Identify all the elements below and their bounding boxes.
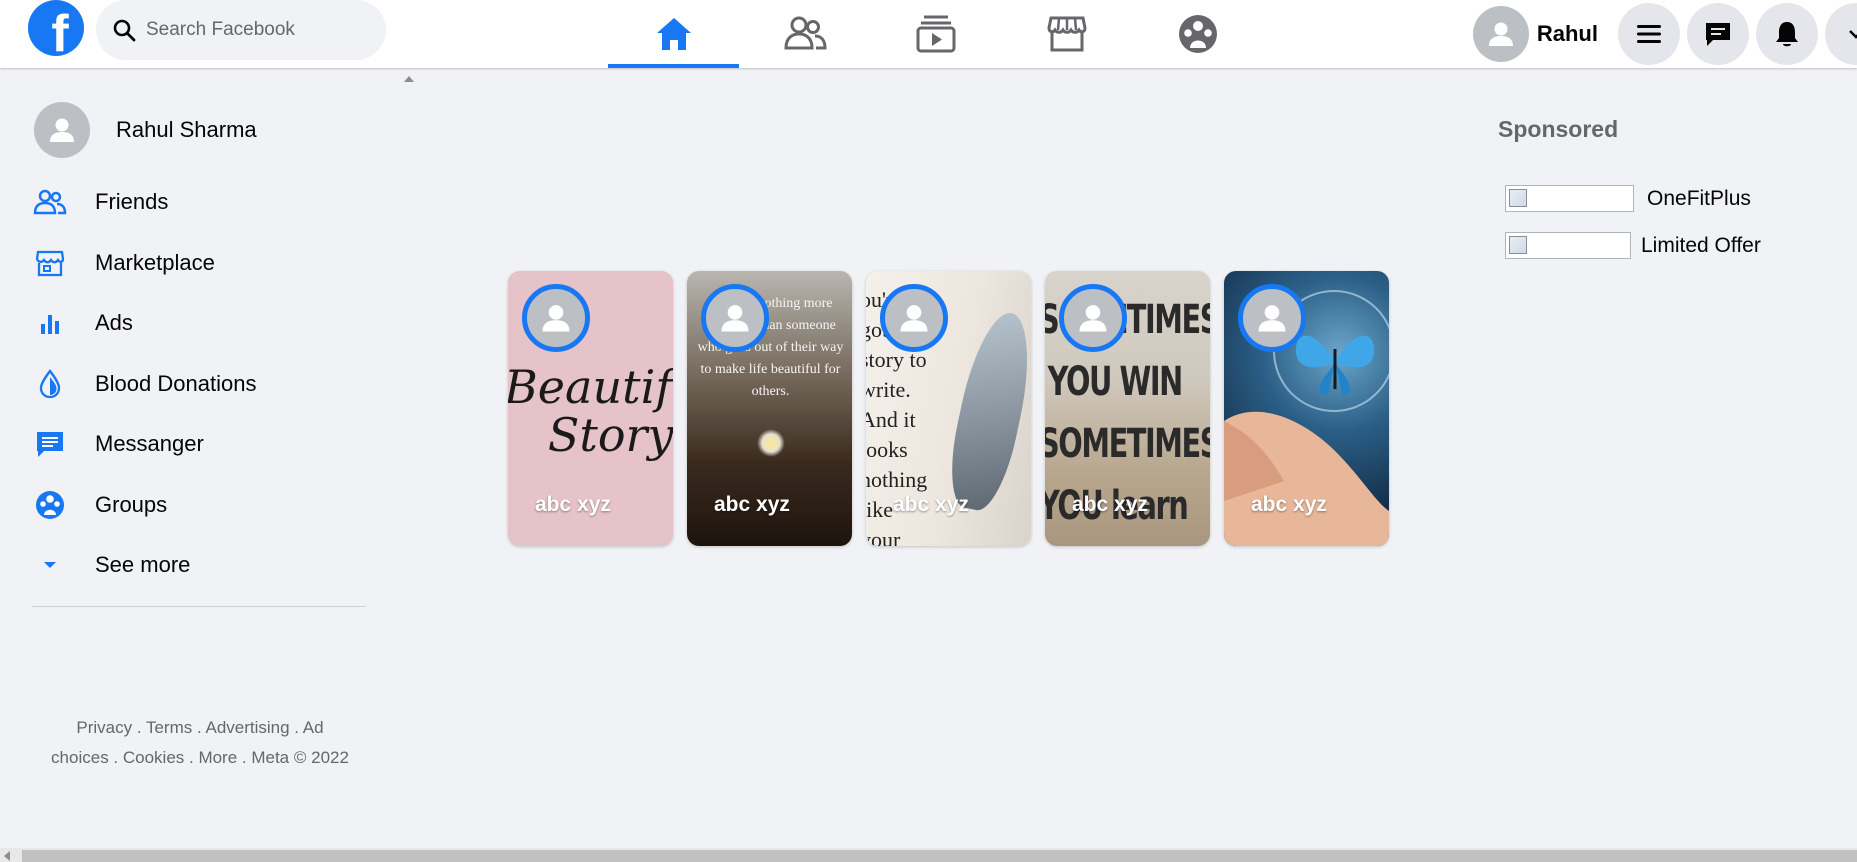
story-avatar — [1238, 284, 1306, 352]
left-sidebar: Rahul Sharma Friends Marketplace Ads Blo… — [0, 68, 418, 848]
story-card[interactable]: Beautifu Story abc xyz — [508, 271, 673, 546]
user-placeholder-icon — [542, 305, 570, 332]
sidebar-item-ads[interactable]: Ads — [32, 295, 133, 351]
notifications-button[interactable] — [1756, 3, 1818, 65]
profile-chip[interactable]: Rahul — [1467, 6, 1612, 62]
sidebar-item-friends[interactable]: Friends — [32, 174, 168, 230]
top-navigation-bar: f Search Facebook Rahul — [0, 0, 1857, 68]
marketplace-icon — [1046, 16, 1087, 52]
sidebar-item-label: Ads — [95, 310, 133, 335]
sidebar-item-marketplace[interactable]: Marketplace — [32, 235, 215, 291]
search-input[interactable] — [146, 19, 376, 41]
ads-bar-chart-icon — [32, 305, 68, 341]
broken-image-icon — [1505, 232, 1631, 259]
scroll-up-arrow-icon[interactable] — [404, 76, 414, 82]
user-placeholder-icon — [721, 305, 749, 332]
user-placeholder-icon — [900, 305, 928, 332]
story-author-name: abc xyz — [893, 493, 969, 516]
home-icon — [656, 18, 691, 50]
tab-marketplace[interactable] — [1001, 0, 1132, 68]
user-placeholder-icon — [1258, 305, 1286, 332]
header-right-actions: Rahul — [1467, 0, 1857, 68]
tab-home[interactable] — [608, 0, 739, 68]
story-avatar — [880, 284, 948, 352]
friends-icon — [783, 16, 827, 50]
broken-image-icon — [1505, 185, 1634, 212]
tab-friends[interactable] — [739, 0, 870, 68]
story-author-name: abc xyz — [1251, 493, 1327, 516]
story-card[interactable]: abc xyz — [1224, 271, 1389, 546]
user-placeholder-icon — [1079, 305, 1107, 332]
messenger-icon — [32, 426, 68, 462]
main-nav-tabs — [608, 0, 1263, 68]
chevron-down-icon — [32, 547, 68, 583]
account-button[interactable] — [1825, 3, 1857, 65]
marketplace-icon — [32, 245, 68, 281]
groups-icon — [1178, 15, 1217, 53]
chevron-down-icon — [1849, 30, 1857, 39]
sidebar-item-label: Friends — [95, 189, 169, 214]
sidebar-profile[interactable]: Rahul Sharma — [32, 102, 257, 158]
menu-button[interactable] — [1618, 3, 1680, 65]
ad-label: Limited Offer — [1641, 233, 1761, 257]
menu-icon — [1637, 25, 1661, 43]
sidebar-item-label: Blood Donations — [95, 371, 257, 396]
ad-label: OneFitPlus — [1647, 186, 1751, 210]
tab-groups[interactable] — [1132, 0, 1263, 68]
user-placeholder-icon — [1488, 22, 1513, 46]
tab-watch[interactable] — [870, 0, 1001, 68]
friends-icon — [32, 184, 68, 220]
sidebar-item-label: Groups — [95, 492, 168, 517]
story-image-text: Beautifu Story — [508, 360, 673, 462]
messenger-button[interactable] — [1687, 3, 1749, 65]
facebook-logo-icon[interactable]: f — [28, 0, 84, 56]
story-author-name: abc xyz — [535, 493, 611, 516]
scrollbar-thumb[interactable] — [22, 850, 1857, 862]
header-user-name: Rahul — [1536, 21, 1598, 46]
blood-drop-icon — [32, 366, 68, 402]
avatar — [1472, 6, 1529, 62]
sidebar-divider — [32, 606, 366, 607]
story-author-name: abc xyz — [714, 493, 790, 516]
search-box[interactable] — [96, 0, 386, 60]
sponsored-heading: Sponsored — [1498, 116, 1619, 142]
sponsored-ad-limited-offer[interactable]: Limited Offer — [1505, 232, 1761, 259]
messenger-icon — [1706, 23, 1730, 46]
watch-icon — [916, 15, 955, 53]
story-author-name: abc xyz — [1072, 493, 1148, 516]
story-card[interactable]: ou've got story to write. And it looks n… — [866, 271, 1031, 546]
feather-illustration — [940, 306, 1031, 516]
story-avatar — [701, 284, 769, 352]
stories-row: Beautifu Story abc xyz There is nothing … — [508, 271, 1403, 546]
story-card[interactable]: SOMETIMES YOU WIN SOMETIMES YOU learn abc … — [1045, 271, 1210, 546]
sponsored-ad-onefitplus[interactable]: OneFitPlus — [1505, 185, 1751, 212]
sidebar-item-messanger[interactable]: Messanger — [32, 416, 204, 472]
scroll-left-arrow-icon[interactable] — [4, 851, 10, 861]
sidebar-item-label: See more — [95, 552, 191, 577]
search-icon — [113, 19, 136, 42]
footer-links-line-1[interactable]: Privacy . Terms . Advertising . Ad — [40, 713, 360, 743]
story-avatar — [522, 284, 590, 352]
groups-icon — [32, 487, 68, 523]
user-placeholder-icon — [50, 118, 74, 142]
sidebar-item-see-more[interactable]: See more — [32, 537, 190, 593]
sidebar-item-label: Marketplace — [95, 250, 215, 275]
avatar — [34, 102, 90, 158]
horizontal-scrollbar[interactable] — [0, 848, 1857, 862]
story-card[interactable]: There is nothing more beautiful than som… — [687, 271, 852, 546]
sidebar-item-label: Messanger — [95, 431, 204, 456]
story-avatar — [1059, 284, 1127, 352]
sidebar-item-blood-donations[interactable]: Blood Donations — [32, 356, 256, 412]
bell-icon — [1776, 22, 1798, 47]
daisy-flower-decoration — [757, 429, 785, 457]
footer-links-line-2[interactable]: choices . Cookies . More . Meta © 2022 — [40, 743, 360, 773]
sidebar-footer: Privacy . Terms . Advertising . Ad choic… — [40, 713, 360, 773]
sidebar-profile-name: Rahul Sharma — [116, 117, 257, 142]
sidebar-item-groups[interactable]: Groups — [32, 477, 167, 533]
